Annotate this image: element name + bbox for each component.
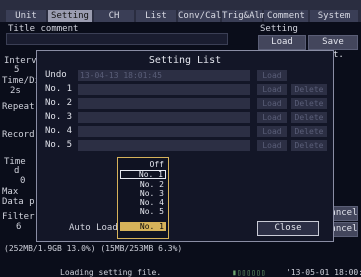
auto-load-label: Auto Load [69, 223, 118, 233]
time-value-d: d [14, 166, 20, 176]
auto-load-selected-value[interactable]: No. 1 [120, 222, 166, 231]
delete-button[interactable]: Delete [291, 84, 327, 95]
load-button[interactable]: Load [257, 126, 287, 137]
setting-row-bar [78, 126, 250, 137]
interval-value: 5 [14, 65, 20, 75]
load-button[interactable]: Load [257, 112, 287, 123]
setting-row-label: No. 2 [45, 98, 73, 108]
undo-row: Undo 13-04-13 18:01:45 Load [41, 70, 329, 81]
load-button[interactable]: Load [257, 140, 287, 151]
setting-row-bar [78, 112, 250, 123]
setting-row-1: No. 1 Load Delete [41, 84, 329, 95]
time-div-value: 2s [10, 86, 21, 96]
undo-load-button[interactable]: Load [257, 70, 287, 81]
setting-list-dialog: Setting List Undo 13-04-13 18:01:45 Load… [36, 50, 334, 242]
delete-button[interactable]: Delete [291, 98, 327, 109]
tab-bar: Unit Setting CH List Conv/Calc Trig&Alm … [0, 0, 361, 22]
option-off[interactable]: Off [120, 160, 166, 169]
max-label: Max [2, 187, 19, 197]
repeat-label: Repeat [2, 102, 35, 112]
option-no-3[interactable]: No. 3 [120, 189, 166, 198]
undo-label: Undo [45, 70, 67, 80]
close-button[interactable]: Close [257, 221, 319, 236]
record-label: Record [2, 130, 35, 140]
setting-row-label: No. 1 [45, 84, 73, 94]
delete-button[interactable]: Delete [291, 126, 327, 137]
setting-row-label: No. 3 [45, 112, 73, 122]
title-comment-field[interactable] [6, 33, 228, 45]
dialog-title: Setting List [148, 55, 222, 66]
tab-system[interactable]: System [310, 10, 358, 22]
filter-label: Filter [2, 212, 35, 222]
setting-row-label: No. 5 [45, 140, 73, 150]
settings-header: Setting [260, 24, 298, 34]
setting-row-5: No. 5 Load Delete [41, 140, 329, 151]
load-set-button[interactable]: Load Set. [258, 35, 306, 60]
memory-indicator-icon: ▮▯▯▯▯▯▯ [232, 268, 266, 277]
load-button[interactable]: Load [257, 98, 287, 109]
option-no-2[interactable]: No. 2 [120, 180, 166, 189]
setting-row-bar [78, 84, 250, 95]
delete-button[interactable]: Delete [291, 112, 327, 123]
storage-status: (252MB/1.9GB 13.0%) (15MB/253MB 6.3%) [4, 244, 183, 253]
setting-row-2: No. 2 Load Delete [41, 98, 329, 109]
status-message: Loading setting file. [60, 268, 162, 277]
delete-button[interactable]: Delete [291, 140, 327, 151]
setting-row-3: No. 3 Load Delete [41, 112, 329, 123]
option-no-4[interactable]: No. 4 [120, 198, 166, 207]
setting-row-bar [78, 140, 250, 151]
setting-row-label: No. 4 [45, 126, 73, 136]
datetime: '13-05-01 18:00:38 [286, 268, 361, 277]
tab-setting[interactable]: Setting [48, 10, 92, 22]
filter-value: 6 [16, 222, 22, 232]
tab-conv-calc[interactable]: Conv/Calc [178, 10, 227, 22]
option-no-1[interactable]: No. 1 [120, 170, 166, 179]
load-button[interactable]: Load [257, 84, 287, 95]
setting-row-4: No. 4 Load Delete [41, 126, 329, 137]
setting-row-bar [78, 98, 250, 109]
time-value-0: 0 [20, 176, 26, 186]
tab-comment[interactable]: Comment [264, 10, 308, 22]
undo-timestamp: 13-04-13 18:01:45 [78, 70, 250, 81]
save-set-button[interactable]: Save Set. [308, 35, 358, 60]
tab-trig-alm[interactable]: Trig&Alm [222, 10, 265, 22]
option-no-5[interactable]: No. 5 [120, 207, 166, 216]
tab-ch[interactable]: CH [94, 10, 134, 22]
tab-unit[interactable]: Unit [6, 10, 46, 22]
data-p-label: Data p [2, 197, 35, 207]
auto-load-dropdown[interactable]: Off No. 1 No. 2 No. 3 No. 4 No. 5 No. 1 [117, 157, 169, 239]
tab-list[interactable]: List [136, 10, 176, 22]
